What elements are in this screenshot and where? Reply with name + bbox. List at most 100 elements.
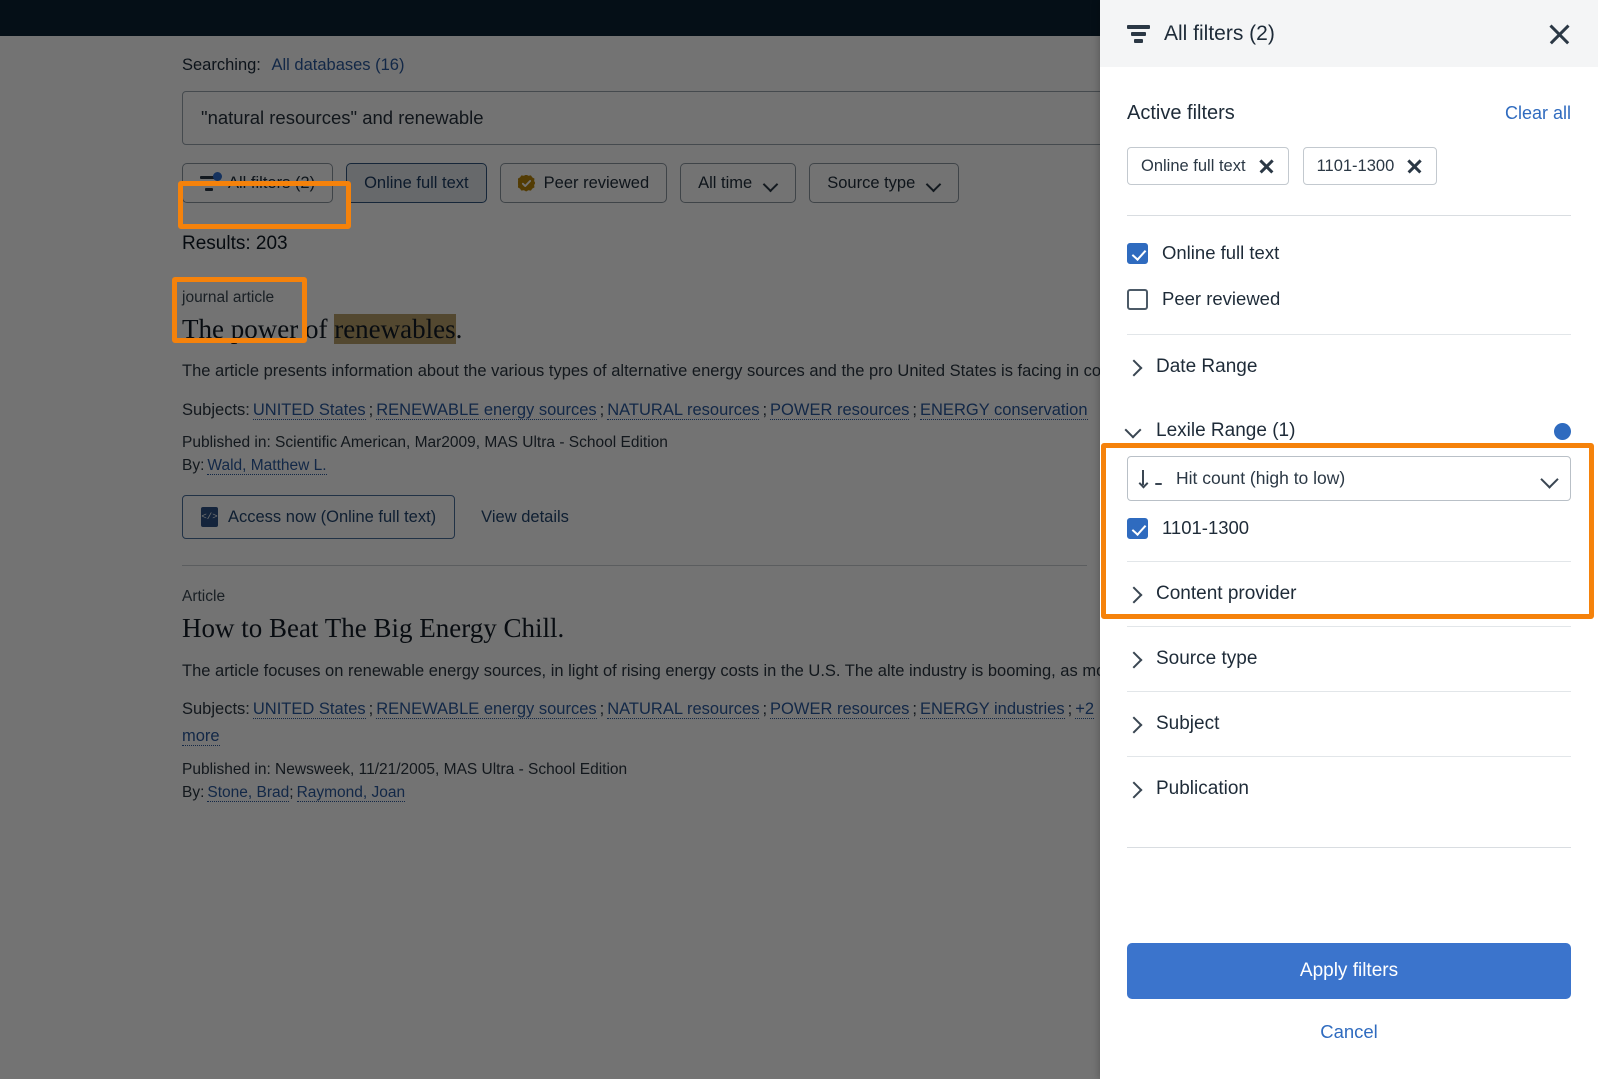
cancel-button[interactable]: Cancel [1127,1021,1571,1043]
accordion-publication[interactable]: Publication [1127,756,1571,821]
accordion-content-provider[interactable]: Content provider [1127,561,1571,626]
chevron-right-icon [1127,588,1140,601]
searching-line: Searching: All databases (16) [182,56,1100,75]
remove-icon[interactable] [1406,158,1423,175]
subject-link[interactable]: POWER resources [770,700,910,720]
view-details-link[interactable]: View details [481,508,569,527]
by-label: By: [182,457,205,475]
panel-scroll-area: Active filters Clear all Online full tex… [1100,67,1598,903]
peer-reviewed-label: Peer reviewed [543,173,650,192]
lexile-range-header[interactable]: Lexile Range (1) [1127,399,1571,456]
chevron-right-icon [1127,718,1140,731]
subject-link[interactable]: RENEWABLE energy sources [376,400,597,420]
chevron-down-icon [765,179,778,187]
result-item: Article How to Beat The Big Energy Chill… [182,588,1598,802]
all-filters-button[interactable]: All filters (2) [182,163,334,203]
source-type-label: Source type [827,173,916,192]
results-count: Results: 203 [182,233,288,254]
filter-icon [200,172,222,191]
active-chip-lexile-range[interactable]: 1101-1300 [1302,147,1438,185]
result-authors: By: Stone, Brad; Raymond, Joan [182,783,406,802]
result-authors: By: Wald, Matthew L. [182,457,1100,476]
search-input[interactable]: "natural resources" and renewable [182,91,1192,145]
close-icon[interactable] [1544,19,1574,49]
active-chip-online-full-text[interactable]: Online full text [1127,147,1289,185]
author-link[interactable]: Raymond, Joan [296,783,406,802]
result-divider [182,565,1087,567]
checkbox-icon[interactable] [1127,242,1148,264]
result-title-prefix: The power of [182,314,335,344]
author-link[interactable]: Wald, Matthew L. [207,457,327,476]
filter-badge-dot [213,172,222,181]
access-now-button[interactable]: </> Access now (Online full text) [182,495,456,540]
result-abstract: The article focuses on renewable energy … [182,661,1598,680]
subject-link[interactable]: UNITED States [252,400,366,420]
active-filters-heading: Active filters [1127,102,1235,124]
accordion-label: Source type [1156,648,1258,669]
checkbox-icon[interactable] [1127,517,1148,539]
by-label: By: [182,783,205,801]
filter-icon [1127,24,1150,43]
result-item: journal article The power of renewables.… [182,289,1598,567]
result-abstract: The article presents information about t… [182,362,1598,381]
accordion-label: Publication [1156,778,1249,799]
subject-link[interactable]: NATURAL resources [607,700,760,720]
author-link[interactable]: Stone, Brad [207,783,290,802]
all-filters-panel: All filters (2) Active filters Clear all… [1100,0,1598,1079]
source-type-dropdown[interactable]: Source type [809,163,960,203]
result-title-highlight: renewables [334,314,456,344]
active-indicator-dot [1554,422,1571,440]
chevron-right-icon [1127,653,1140,666]
lexile-sort-value: Hit count (high to low) [1176,468,1346,488]
clear-all-link[interactable]: Clear all [1505,103,1571,124]
subject-link[interactable]: RENEWABLE energy sources [376,700,597,720]
active-chip-label: 1101-1300 [1316,156,1395,175]
subjects-label: Subjects: [182,700,250,719]
subject-link[interactable]: UNITED States [252,700,366,720]
result-published-in: Published in: Newsweek, 11/21/2005, MAS … [182,760,628,778]
remove-icon[interactable] [1258,158,1275,175]
divider [1127,847,1571,848]
result-title[interactable]: How to Beat The Big Energy Chill. [182,612,1100,644]
accordion-date-range[interactable]: Date Range [1127,334,1571,399]
verified-badge-icon [517,174,535,192]
result-title[interactable]: The power of renewables. [182,313,1100,345]
accordion-label: Subject [1156,713,1220,734]
accordion-subject[interactable]: Subject [1127,691,1571,756]
active-filters-header: Active filters Clear all [1127,102,1571,125]
checkbox-label: Peer reviewed [1162,288,1281,309]
all-databases-link[interactable]: All databases (16) [271,56,404,74]
app-root: Searching: All databases (16) "natural r… [0,0,1598,1079]
lexile-sort-select[interactable]: Hit count (high to low) [1127,456,1571,501]
result-title-suffix: . [455,314,463,344]
checkbox-label: Online full text [1162,242,1280,263]
subject-link[interactable]: ENERGY industries [920,700,1065,720]
subject-link[interactable]: NATURAL resources [607,400,760,420]
search-input-value: "natural resources" and renewable [201,107,484,128]
filter-chip-row: All filters (2) Online full text Peer re… [182,163,1100,203]
sort-descending-icon [1138,469,1162,488]
checkbox-online-full-text[interactable]: Online full text [1127,242,1571,264]
accordion-source-type[interactable]: Source type [1127,626,1571,691]
chevron-down-icon [1542,474,1556,483]
subject-link[interactable]: ENERGY conservation [920,400,1088,420]
all-time-dropdown[interactable]: All time [680,163,797,203]
chevron-right-icon [1127,783,1140,796]
lexile-option-1101-1300[interactable]: 1101-1300 [1127,517,1571,539]
online-full-text-chip[interactable]: Online full text [346,163,487,203]
apply-filters-button[interactable]: Apply filters [1127,943,1571,999]
top-navigation-bar [0,0,1100,36]
subject-link[interactable]: POWER resources [770,400,910,420]
lexile-option-label: 1101-1300 [1162,517,1250,538]
chevron-right-icon [1127,361,1140,374]
active-chip-label: Online full text [1141,156,1246,175]
result-type: Article [182,588,226,606]
subjects-label: Subjects: [182,400,250,419]
peer-reviewed-chip[interactable]: Peer reviewed [499,163,668,203]
checkbox-icon[interactable] [1127,288,1148,310]
result-type: journal article [182,289,275,306]
divider [1127,215,1571,216]
checkbox-peer-reviewed[interactable]: Peer reviewed [1127,288,1571,310]
panel-title: All filters (2) [1164,21,1275,45]
all-time-label: All time [698,173,753,192]
